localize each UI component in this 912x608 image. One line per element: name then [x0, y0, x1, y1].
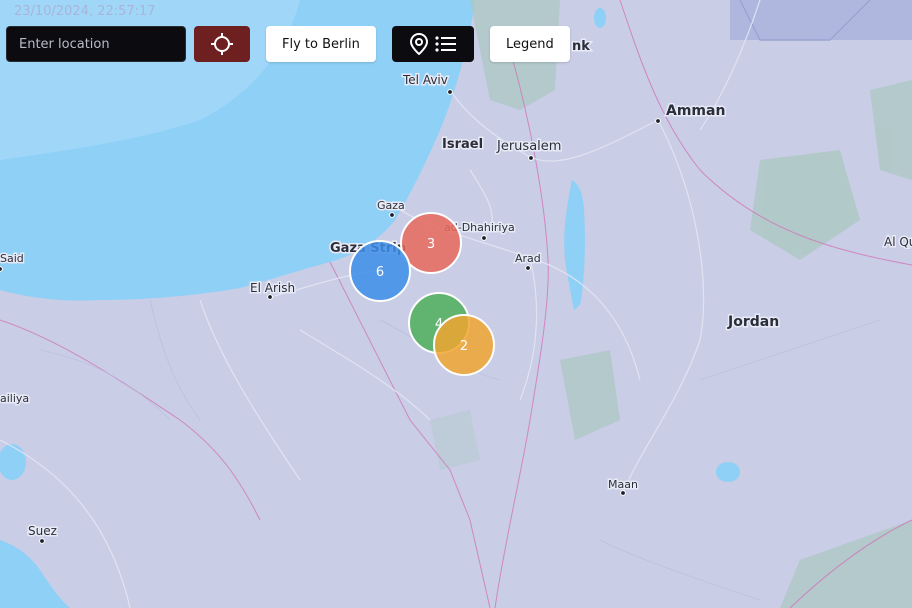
cluster-count: 2 [460, 339, 468, 354]
cluster-count: 3 [427, 237, 435, 252]
locate-button[interactable] [194, 26, 250, 62]
place-label: Israel [442, 137, 483, 152]
place-label: ailiya [0, 392, 29, 405]
map-pin-icon [409, 33, 429, 55]
place-label: Al Qu [884, 235, 912, 249]
timestamp: 23/10/2024, 22:57:17 [14, 4, 156, 19]
top-region [730, 0, 912, 40]
place-dot [39, 538, 45, 544]
legend-button[interactable]: Legend [490, 26, 570, 62]
sea-of-galilee [594, 8, 606, 28]
place-dot [0, 266, 3, 272]
fly-to-berlin-button[interactable]: Fly to Berlin [266, 26, 376, 62]
poi-list-button[interactable] [392, 26, 474, 62]
place-label: Jerusalem [496, 139, 561, 154]
jordan-lake [716, 462, 740, 482]
place-label: Gaza [377, 199, 405, 212]
place-dot [620, 490, 626, 496]
place-label: Amman [666, 103, 725, 119]
crosshair-icon [211, 33, 233, 55]
place-dot [267, 294, 273, 300]
place-dot [528, 155, 534, 161]
place-label: Said [0, 252, 24, 265]
location-search-input[interactable] [6, 26, 186, 62]
place-dot [525, 265, 531, 271]
place-dot [447, 89, 453, 95]
map-canvas[interactable]: Tel AvivTel AvivIsraelIsrael JerusalemJer… [0, 0, 912, 608]
place-label: Suez [28, 524, 57, 538]
place-label: Jordan [727, 314, 779, 330]
place-dot [481, 235, 487, 241]
place-dot [655, 118, 661, 124]
list-icon [435, 36, 456, 52]
place-label: El Arish [250, 281, 295, 295]
place-label: Maan [608, 478, 638, 491]
place-label: nk [572, 39, 590, 54]
cluster-count: 6 [376, 265, 384, 280]
cluster-marker[interactable]: 6 [349, 240, 411, 302]
place-label: Arad [515, 252, 541, 265]
place-label: Tel Aviv [402, 73, 448, 87]
place-dot [389, 212, 395, 218]
cluster-marker[interactable]: 2 [433, 314, 495, 376]
